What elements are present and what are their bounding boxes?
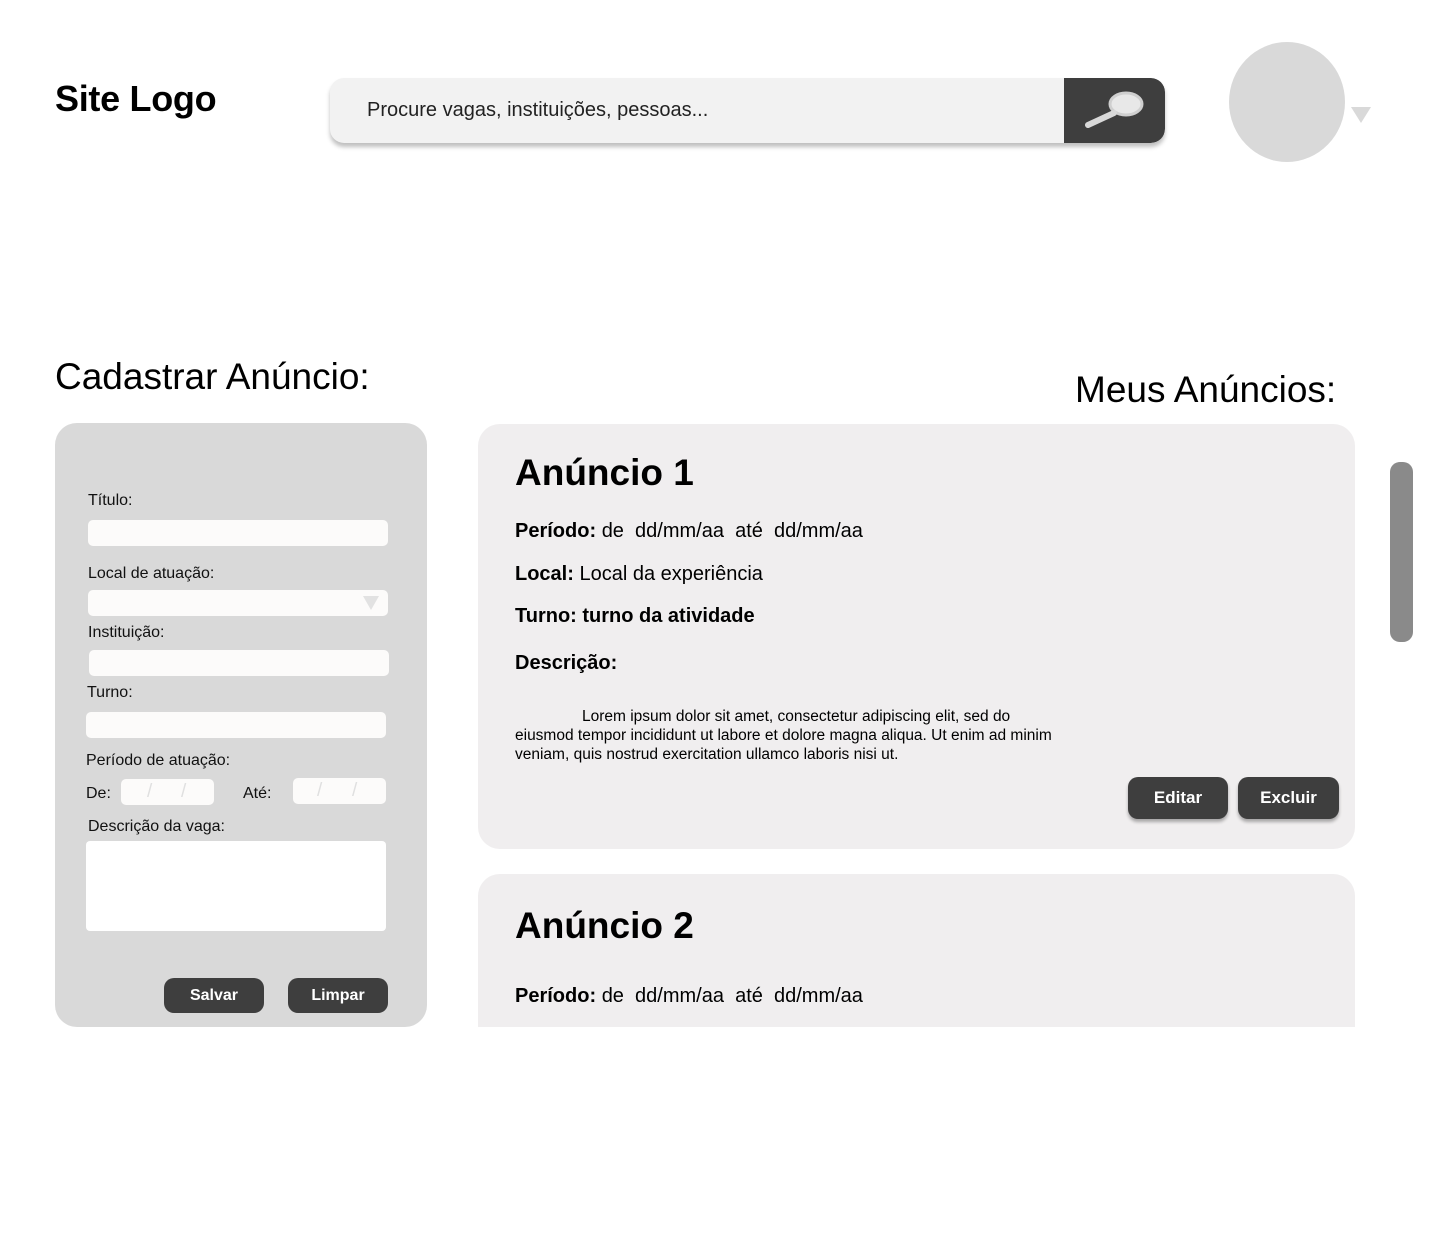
listing-title: Meus Anúncios:: [1075, 369, 1337, 410]
clear-button[interactable]: Limpar: [288, 978, 388, 1013]
caret-down-icon[interactable]: [1351, 107, 1371, 123]
ate-label: Até:: [243, 785, 272, 802]
chevron-down-icon: [363, 596, 379, 610]
ad-turno: Turno: turno da atividade: [515, 605, 755, 627]
ad-description: Lorem ipsum dolor sit amet, consectetur …: [515, 708, 1052, 763]
ads-list[interactable]: Anúncio 1 Período: de dd/mm/aa até dd/mm…: [478, 424, 1356, 1027]
form-title: Cadastrar Anúncio:: [55, 356, 370, 397]
periodo-label: Período de atuação:: [86, 752, 231, 769]
search-button[interactable]: [1064, 78, 1165, 143]
avatar[interactable]: [1229, 42, 1345, 162]
ad-desc-label: Descrição:: [515, 652, 618, 674]
instituicao-label: Instituição:: [88, 624, 165, 641]
date-from-input[interactable]: / /: [121, 779, 214, 805]
ad-card: Anúncio 1 Período: de dd/mm/aa até dd/mm…: [478, 424, 1355, 849]
ad-card: Anúncio 2 Período: de dd/mm/aa até dd/mm…: [478, 874, 1355, 1027]
titulo-label: Título:: [88, 492, 133, 509]
ad-form-panel: Título: Local de atuação: Instituição: T…: [55, 423, 427, 1027]
descricao-textarea[interactable]: [86, 841, 386, 931]
save-button[interactable]: Salvar: [164, 978, 264, 1013]
instituicao-input[interactable]: [89, 650, 389, 676]
scrollbar[interactable]: [1390, 462, 1413, 642]
search-input[interactable]: [330, 78, 1064, 143]
turno-input[interactable]: [86, 712, 386, 738]
edit-button[interactable]: Editar: [1128, 777, 1228, 819]
turno-label: Turno:: [87, 684, 133, 701]
ad-period: Período: de dd/mm/aa até dd/mm/aa: [515, 520, 863, 542]
search-icon: [1085, 91, 1144, 128]
de-label: De:: [86, 785, 111, 802]
local-label: Local de atuação:: [88, 565, 215, 582]
ad-title: Anúncio 2: [515, 905, 694, 946]
site-logo[interactable]: Site Logo: [55, 78, 217, 120]
date-to-input[interactable]: / /: [293, 778, 386, 804]
descricao-label: Descrição da vaga:: [88, 818, 225, 835]
delete-button[interactable]: Excluir: [1238, 777, 1339, 819]
ad-local: Local: Local da experiência: [515, 563, 763, 585]
titulo-input[interactable]: [88, 520, 388, 546]
search-bar: [330, 78, 1165, 143]
local-select[interactable]: [88, 590, 388, 616]
ad-title: Anúncio 1: [515, 452, 694, 493]
ad-period: Período: de dd/mm/aa até dd/mm/aa: [515, 985, 863, 1007]
